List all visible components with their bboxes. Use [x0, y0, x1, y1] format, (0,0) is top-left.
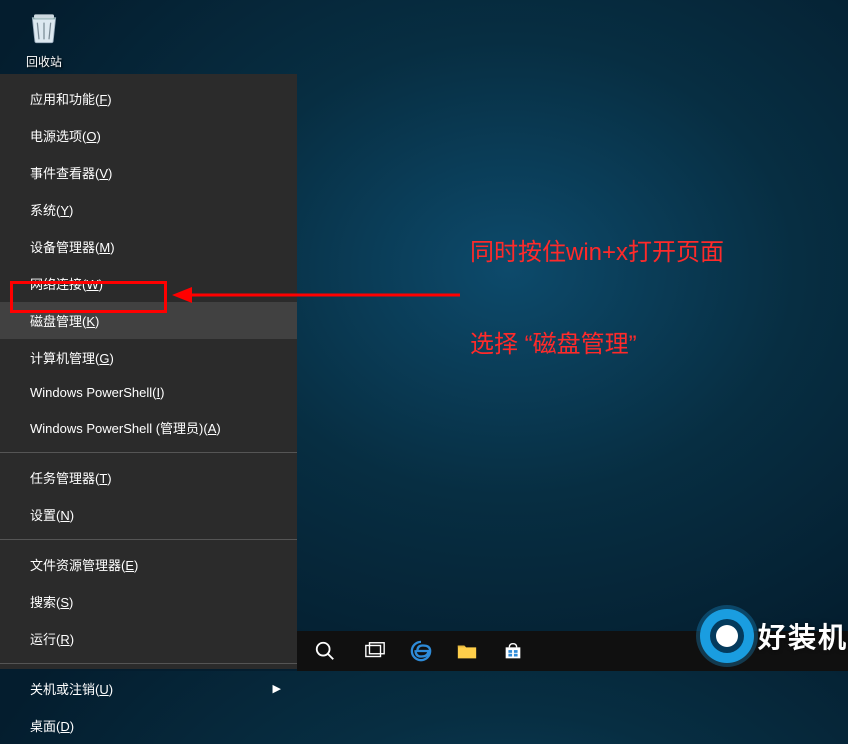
taskbar-taskview-button[interactable]	[352, 631, 398, 671]
winx-item[interactable]: 运行(R)	[0, 620, 297, 657]
winx-item[interactable]: 桌面(D)	[0, 707, 297, 744]
winx-item-label: 桌面(D)	[30, 716, 74, 735]
annotation-text-1: 同时按住win+x打开页面	[470, 232, 724, 267]
winx-item-label: 事件查看器(V)	[30, 163, 112, 182]
winx-item-label: 应用和功能(F)	[30, 89, 112, 108]
winx-item-label: Windows PowerShell(I)	[30, 385, 164, 400]
winx-item-label: Windows PowerShell (管理员)(A)	[30, 418, 221, 437]
edge-icon	[410, 640, 432, 662]
winx-item-label: 任务管理器(T)	[30, 468, 112, 487]
winx-item[interactable]: 事件查看器(V)	[0, 154, 297, 191]
winx-item[interactable]: 搜索(S)	[0, 583, 297, 620]
winx-item[interactable]: 计算机管理(G)	[0, 339, 297, 376]
menu-separator	[0, 663, 297, 664]
taskbar-explorer-button[interactable]	[444, 631, 490, 671]
winx-item-label: 运行(R)	[30, 629, 74, 648]
winx-item[interactable]: Windows PowerShell (管理员)(A)	[0, 409, 297, 446]
winx-item[interactable]: 文件资源管理器(E)	[0, 546, 297, 583]
annotation-arrow	[170, 280, 460, 310]
menu-separator	[0, 539, 297, 540]
winx-menu: 应用和功能(F)电源选项(O)事件查看器(V)系统(Y)设备管理器(M)网络连接…	[0, 74, 297, 669]
winx-item-label: 关机或注销(U)	[30, 679, 113, 698]
winx-item[interactable]: 系统(Y)	[0, 191, 297, 228]
winx-item[interactable]: 任务管理器(T)	[0, 459, 297, 496]
taskbar-search-button[interactable]	[297, 631, 352, 671]
winx-item-label: 磁盘管理(K)	[30, 311, 99, 330]
winx-item[interactable]: 关机或注销(U) ▶	[0, 670, 297, 707]
winx-item[interactable]: 电源选项(O)	[0, 117, 297, 154]
winx-item[interactable]: Windows PowerShell(I)	[0, 376, 297, 409]
watermark-logo-icon	[700, 609, 754, 663]
winx-item[interactable]: 应用和功能(F)	[0, 80, 297, 117]
winx-item[interactable]: 设置(N)	[0, 496, 297, 533]
search-icon	[314, 640, 336, 662]
winx-item[interactable]: 设备管理器(M)	[0, 228, 297, 265]
watermark-text: 好装机	[758, 616, 848, 656]
chevron-right-icon: ▶	[273, 682, 281, 695]
recycle-bin-label: 回收站	[14, 53, 74, 70]
winx-item-label: 电源选项(O)	[30, 126, 101, 145]
winx-item-label: 设置(N)	[30, 505, 74, 524]
taskview-icon	[364, 640, 386, 662]
winx-item-label: 设备管理器(M)	[30, 237, 115, 256]
annotation-text-2: 选择 “磁盘管理”	[470, 324, 637, 359]
recycle-bin-icon	[24, 6, 64, 46]
taskbar-store-button[interactable]	[490, 631, 536, 671]
annotation-highlight-box	[10, 281, 167, 313]
watermark: 好装机	[700, 609, 848, 663]
menu-separator	[0, 452, 297, 453]
winx-item-label: 搜索(S)	[30, 592, 73, 611]
winx-item-label: 系统(Y)	[30, 200, 73, 219]
taskbar-edge-button[interactable]	[398, 631, 444, 671]
folder-icon	[456, 640, 478, 662]
recycle-bin[interactable]: 回收站	[14, 6, 74, 70]
store-icon	[502, 640, 524, 662]
winx-item-label: 计算机管理(G)	[30, 348, 114, 367]
winx-item-label: 文件资源管理器(E)	[30, 555, 138, 574]
